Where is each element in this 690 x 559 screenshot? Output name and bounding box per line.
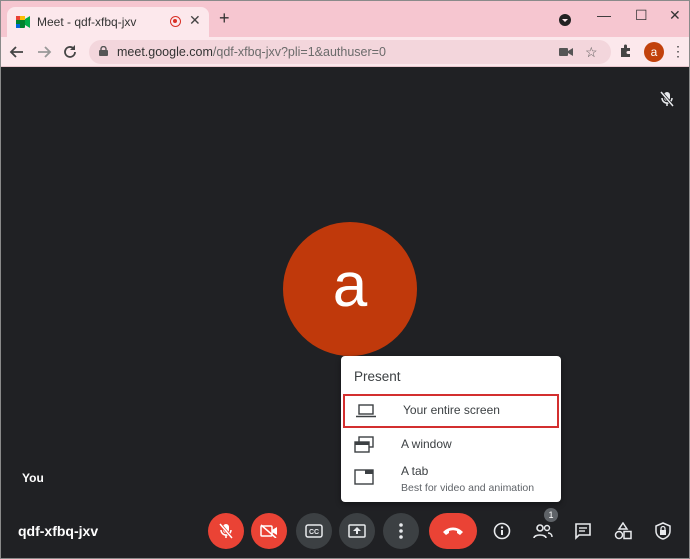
camera-off-icon <box>260 524 277 538</box>
info-icon <box>493 522 511 540</box>
browser-toolbar: meet.google.com/qdf-xfbq-jxv?pli=1&authu… <box>1 37 689 67</box>
self-tile-label: You <box>22 471 44 485</box>
people-count-badge: 1 <box>544 508 558 522</box>
laptop-icon <box>356 404 376 418</box>
address-bar[interactable]: meet.google.com/qdf-xfbq-jxv?pli=1&authu… <box>89 40 611 64</box>
activities-shapes-icon <box>614 522 632 540</box>
lock-icon[interactable] <box>99 46 108 56</box>
browser-window: Meet - qdf-xfbq-jxv ✕ + — ☐ ✕ meet.googl… <box>0 0 690 559</box>
minimize-button[interactable]: — <box>597 7 611 23</box>
url-host: meet.google.com <box>117 45 213 59</box>
captions-button[interactable]: CC <box>296 513 332 549</box>
activities-button[interactable] <box>609 517 637 545</box>
captions-icon: CC <box>305 524 323 538</box>
meeting-code: qdf-xfbq-jxv <box>18 523 99 539</box>
present-menu: Present Your entire screen A window A ta… <box>341 356 561 502</box>
host-controls-button[interactable] <box>649 517 677 545</box>
participant-avatar: a <box>283 222 417 356</box>
present-option-sublabel: Best for video and animation <box>401 482 535 494</box>
close-window-button[interactable]: ✕ <box>669 7 681 24</box>
tab-search-icon[interactable] <box>559 14 571 26</box>
maximize-button[interactable]: ☐ <box>635 7 648 24</box>
mic-off-icon <box>660 91 674 107</box>
camera-in-use-icon[interactable] <box>559 47 573 57</box>
more-options-button[interactable] <box>383 513 419 549</box>
end-call-icon <box>443 527 463 535</box>
recording-icon <box>170 16 181 27</box>
people-icon <box>533 524 553 539</box>
tab-title: Meet - qdf-xfbq-jxv <box>37 15 137 29</box>
present-screen-icon <box>348 524 366 538</box>
present-option-label: Your entire screen <box>403 403 500 417</box>
bookmark-star-icon[interactable]: ☆ <box>585 44 598 61</box>
toggle-mic-button[interactable] <box>208 513 244 549</box>
url-text[interactable]: meet.google.com/qdf-xfbq-jxv?pli=1&authu… <box>117 45 386 59</box>
reload-icon[interactable] <box>62 44 78 60</box>
profile-avatar[interactable]: a <box>644 42 664 62</box>
more-vert-icon <box>399 523 403 539</box>
chat-button[interactable] <box>569 517 597 545</box>
window-icon <box>354 436 374 453</box>
extensions-puzzle-icon[interactable] <box>618 43 634 59</box>
new-tab-button[interactable]: + <box>219 9 230 27</box>
forward-arrow-icon[interactable] <box>36 44 52 60</box>
meet-favicon-icon <box>16 16 30 28</box>
shield-lock-icon <box>655 522 671 540</box>
tab-strip: Meet - qdf-xfbq-jxv ✕ + — ☐ ✕ <box>1 1 689 37</box>
back-arrow-icon[interactable] <box>9 44 25 60</box>
url-path: /qdf-xfbq-jxv?pli=1&authuser=0 <box>212 45 386 59</box>
present-window-option[interactable]: A window <box>341 432 561 462</box>
meeting-details-button[interactable] <box>488 517 516 545</box>
meet-stage: a You Present Your entire screen A windo… <box>1 68 689 558</box>
leave-call-button[interactable] <box>429 513 477 549</box>
present-option-label: A tab <box>401 464 429 478</box>
present-entire-screen-option[interactable]: Your entire screen <box>343 394 559 428</box>
chat-icon <box>575 523 591 540</box>
tab-close-button[interactable]: ✕ <box>189 12 201 29</box>
browser-menu-icon[interactable]: ⋮ <box>671 44 685 58</box>
mic-off-icon <box>219 523 233 539</box>
present-option-label: A window <box>401 437 452 451</box>
toggle-camera-button[interactable] <box>251 513 287 549</box>
tab-meet[interactable]: Meet - qdf-xfbq-jxv ✕ <box>7 7 209 37</box>
svg-text:CC: CC <box>309 529 319 536</box>
present-tab-option[interactable]: A tab Best for video and animation <box>341 464 561 500</box>
tab-icon <box>354 469 374 485</box>
present-menu-title: Present <box>354 369 401 384</box>
present-now-button[interactable] <box>339 513 375 549</box>
